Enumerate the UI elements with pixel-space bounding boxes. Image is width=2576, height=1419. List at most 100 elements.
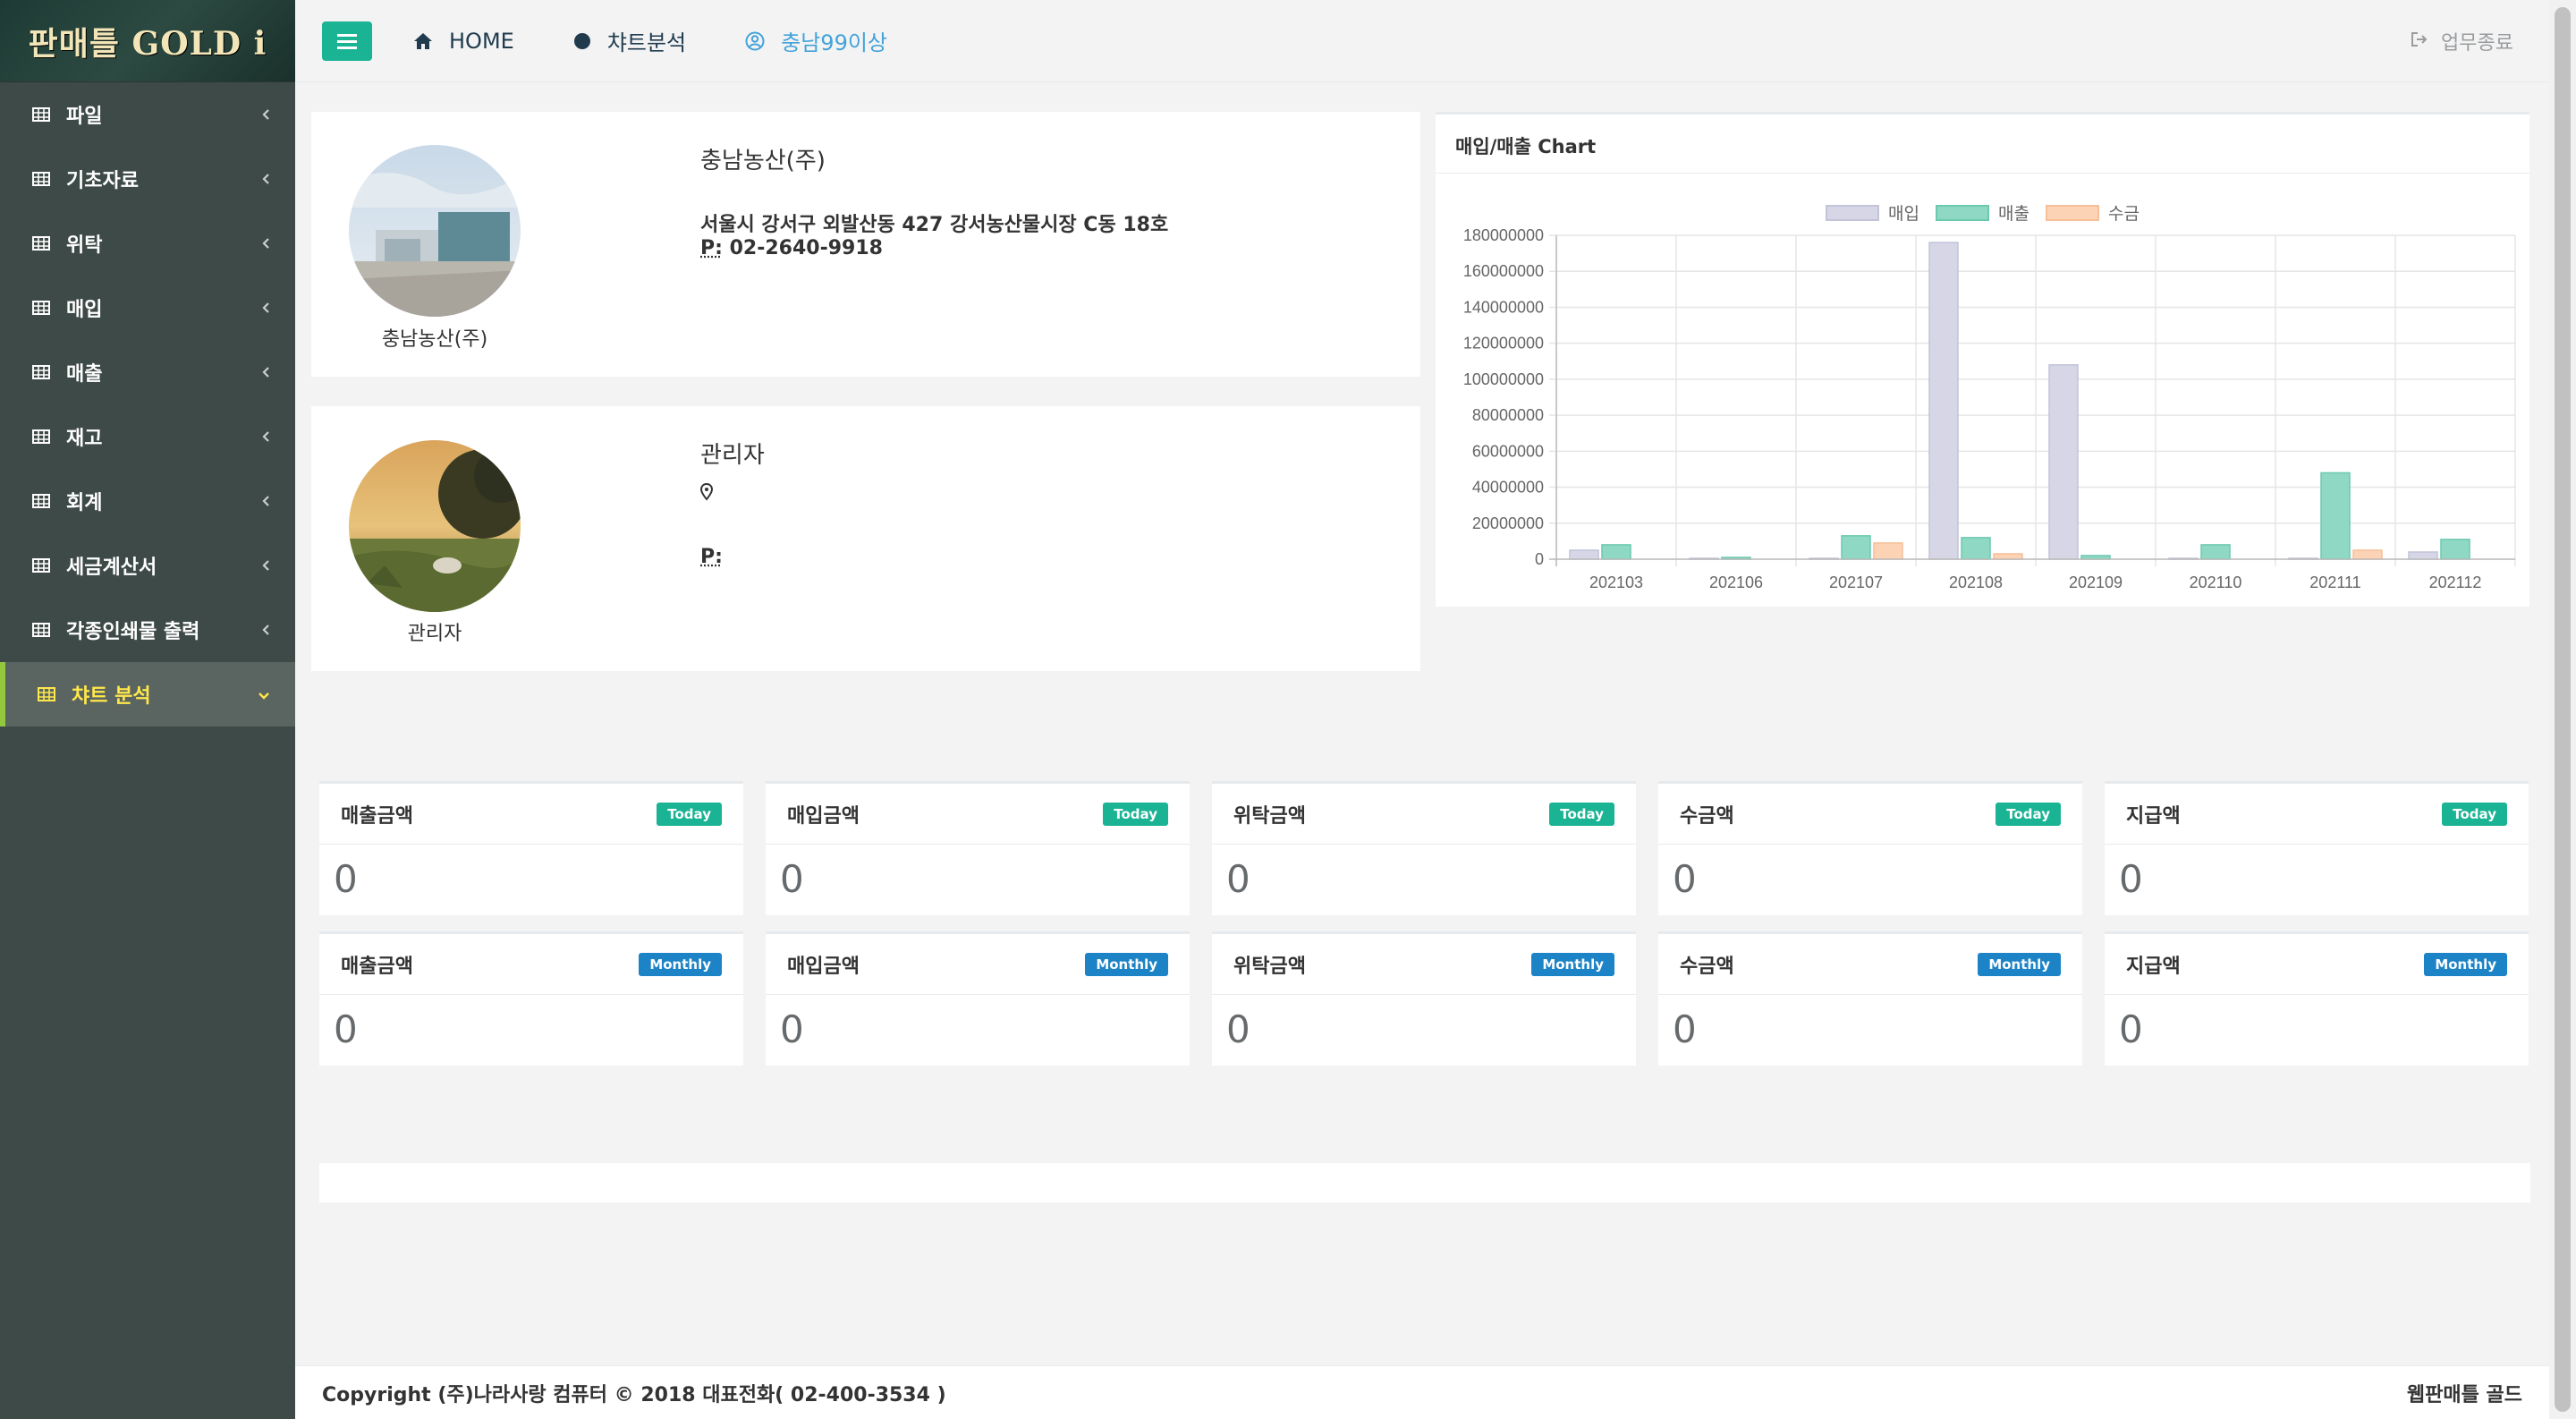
chevron-left-icon (261, 361, 270, 383)
stat-header: 매출금액 Monthly (319, 934, 743, 995)
home-link[interactable]: HOME (413, 29, 514, 54)
sidebar-item-4[interactable]: 매출 (0, 340, 295, 404)
sidebar-item-1[interactable]: 기초자료 (0, 147, 295, 211)
stat-label: 지급액 (2126, 804, 2181, 828)
y-tick-label: 0 (1535, 550, 1544, 568)
phone-prefix: P: (700, 237, 723, 259)
y-tick-label: 100000000 (1463, 370, 1544, 388)
stat-header: 매입금액 Today (766, 784, 1190, 845)
stat-label: 매입금액 (787, 955, 860, 978)
table-icon (32, 558, 50, 573)
x-tick-label: 202109 (2069, 574, 2123, 591)
manager-avatar-caption: 관리자 (407, 623, 462, 645)
sidebar-item-3[interactable]: 매입 (0, 276, 295, 340)
stat-widget-today-2: 위탁금액 Today 0 (1212, 781, 1636, 915)
stat-value: 0 (1673, 857, 1697, 901)
manager-profile-card: 관리자 관리자 P: (311, 406, 1420, 671)
sidebar-item-label: 각종인쇄물 출력 (66, 621, 200, 643)
chevron-left-icon (261, 168, 270, 190)
logout-button[interactable]: 업무종료 (2411, 27, 2513, 55)
x-tick-label: 202110 (2190, 574, 2242, 591)
stat-widget-today-4: 지급액 Today 0 (2105, 781, 2529, 915)
sidebar-item-0[interactable]: 파일 (0, 82, 295, 147)
sidebar-item-label: 기초자료 (66, 170, 139, 192)
bar-매출-202108 (1961, 537, 1991, 560)
stat-label: 매출금액 (341, 804, 413, 828)
bar-수금-202111 (2352, 549, 2383, 560)
y-tick-label: 20000000 (1472, 514, 1544, 532)
y-tick-label: 120000000 (1463, 335, 1544, 353)
x-tick-label: 202112 (2429, 574, 2482, 591)
period-badge: Today (1103, 802, 1168, 826)
menu-toggle-button[interactable] (322, 21, 372, 61)
empty-panel (319, 1163, 2530, 1202)
scrollbar-thumb[interactable] (2555, 7, 2571, 1412)
chevron-left-icon (261, 555, 270, 576)
company-address: 서울시 강서구 외발산동 427 강서농산물시장 C동 18호 (700, 214, 1169, 236)
bar-매출-202111 (2320, 472, 2351, 560)
sidebar-item-6[interactable]: 회계 (0, 469, 295, 533)
stat-widget-monthly-4: 지급액 Monthly 0 (2105, 931, 2529, 1066)
phone-number: 02-2640-9918 (729, 237, 883, 259)
table-icon (38, 687, 55, 701)
stat-label: 위탁금액 (1233, 804, 1306, 828)
company-profile-card: 충남농산(주) 충남농산(주) 서울시 강서구 외발산동 427 강서농산물시장… (311, 112, 1420, 377)
purchase-sales-chart-card: 매입/매출 Chart 매입 매출 수금 180000000 160000000 140… (1436, 112, 2529, 607)
x-tick-label: 202106 (1709, 574, 1763, 591)
sidebar: 판매틀 GOLD i 파일기초자료위탁 매입매출재고회계세금계산서각종인쇄물 출력… (0, 0, 295, 1419)
bar-chart: 180000000 160000000 140000000 120000000 1000… (1463, 226, 2516, 591)
stat-header: 수금액 Today (1658, 784, 2082, 845)
home-icon (413, 32, 433, 50)
stat-header: 매출금액 Today (319, 784, 743, 845)
logout-label: 업무종료 (2441, 32, 2513, 55)
bar-매출-202112 (2440, 539, 2470, 560)
sign-out-icon (2411, 30, 2428, 53)
period-badge: Today (657, 802, 722, 826)
y-tick-label: 160000000 (1463, 262, 1544, 280)
footer: Copyright (주)나라사랑 컴퓨터 © 2018 대표전화( 02-40… (295, 1365, 2549, 1419)
home-label: HOME (449, 28, 514, 54)
bar-매출-202110 (2200, 544, 2231, 560)
chart-analysis-link[interactable]: 챠트분석 (573, 25, 686, 56)
sidebar-item-9[interactable]: 챠트 분석 (0, 662, 295, 726)
user-link[interactable]: 충남99이상 (745, 25, 887, 56)
chart-analysis-label: 챠트분석 (606, 30, 687, 55)
period-badge: Monthly (639, 952, 722, 976)
period-badge: Today (2442, 802, 2507, 826)
table-icon (32, 301, 50, 315)
topbar: HOME 챠트분석 충남99이상 업무종료 (295, 0, 2549, 82)
chevron-left-icon (261, 619, 270, 641)
sidebar-item-label: 매출 (66, 363, 103, 386)
company-avatar-caption: 충남농산(주) (381, 328, 488, 351)
logo-text: 판매틀 GOLD i (28, 24, 267, 63)
table-icon (32, 623, 50, 637)
x-tick-label: 202111 (2309, 574, 2360, 591)
stat-label: 위탁금액 (1233, 955, 1306, 978)
sidebar-item-2[interactable]: 위탁 (0, 211, 295, 276)
period-badge: Monthly (1978, 952, 2061, 976)
app-logo[interactable]: 판매틀 GOLD i (0, 0, 295, 82)
sidebar-item-8[interactable]: 각종인쇄물 출력 (0, 598, 295, 662)
stat-label: 매입금액 (787, 804, 860, 828)
table-icon (32, 365, 50, 379)
manager-name: 관리자 (700, 442, 765, 469)
y-tick-label: 60000000 (1472, 442, 1544, 460)
page-scrollbar[interactable] (2549, 0, 2576, 1419)
map-marker-icon (699, 482, 714, 505)
chevron-left-icon (261, 490, 270, 512)
chevron-left-icon (261, 104, 270, 125)
company-name: 충남농산(주) (700, 148, 826, 174)
sidebar-item-7[interactable]: 세금계산서 (0, 533, 295, 598)
bar-수금-202107 (1873, 542, 1903, 560)
y-tick-label: 40000000 (1472, 479, 1544, 497)
table-icon (32, 429, 50, 444)
sidebar-item-label: 회계 (66, 492, 103, 514)
stat-header: 지급액 Monthly (2105, 934, 2529, 995)
chevron-left-icon (261, 426, 270, 447)
sidebar-item-5[interactable]: 재고 (0, 404, 295, 469)
x-tick-label: 202107 (1829, 574, 1883, 591)
sidebar-item-label: 파일 (66, 106, 103, 128)
bar-수금-202108 (1993, 553, 2023, 560)
stat-widget-monthly-2: 위탁금액 Monthly 0 (1212, 931, 1636, 1066)
sidebar-item-label: 재고 (66, 428, 103, 450)
